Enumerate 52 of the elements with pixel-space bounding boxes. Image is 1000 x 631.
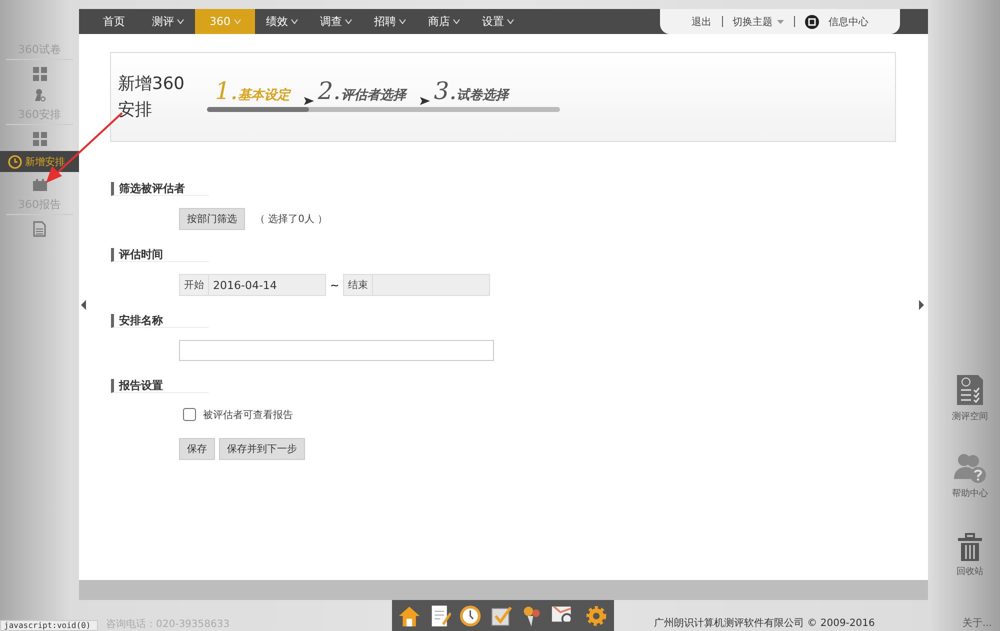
checklist-icon — [956, 374, 984, 406]
message-center-link[interactable]: 信息中心 — [828, 14, 868, 28]
nav-tab[interactable]: 商店 — [417, 9, 471, 34]
report-checkbox[interactable] — [183, 408, 196, 421]
wizard-step[interactable]: 3.试卷选择 — [434, 76, 509, 104]
people-help-icon — [954, 453, 986, 484]
expand-right-icon[interactable] — [919, 300, 924, 310]
wizard-step[interactable]: 2.评估者选择 — [318, 76, 406, 104]
page-title: 新增360安排 — [118, 73, 186, 122]
caret-icon[interactable] — [776, 20, 784, 24]
message-icon[interactable] — [804, 14, 818, 28]
save-button[interactable]: 保存 — [179, 438, 215, 460]
home-icon[interactable] — [398, 604, 421, 628]
nav-tab[interactable]: 招聘 — [363, 9, 417, 34]
range-separator: ~ — [330, 278, 340, 292]
copyright-text: 广州朗识计算机测评软件有限公司 © 2009-2016 — [654, 616, 875, 631]
name-input-field[interactable] — [179, 340, 494, 361]
dock-item[interactable]: 回收站 — [956, 532, 984, 600]
settings-icon[interactable] — [585, 604, 608, 628]
nav-tab[interactable]: 绩效 — [255, 9, 309, 34]
calendar-icon — [32, 178, 46, 190]
clock-icon — [8, 154, 22, 168]
section-heading: 报告设置 — [111, 379, 209, 393]
clock-icon[interactable] — [459, 604, 482, 628]
about-link[interactable]: 关于... — [962, 616, 992, 631]
nav-tab[interactable]: 测评 — [141, 9, 195, 34]
selection-count: （ 选择了0人 ） — [255, 212, 328, 226]
nav-tab[interactable]: 调查 — [309, 9, 363, 34]
collapse-left-icon[interactable] — [81, 300, 86, 310]
end-date-field[interactable]: 结束 — [343, 274, 490, 296]
section-heading: 筛选被评估者 — [111, 182, 209, 196]
trash-icon — [958, 532, 982, 561]
document-icon — [33, 220, 46, 236]
grid-icon — [32, 66, 46, 80]
department-filter-button[interactable]: 按部门筛选 — [179, 208, 245, 230]
theme-dropdown[interactable]: 切换主题 — [732, 14, 772, 28]
logout-link[interactable]: 退出 — [692, 14, 712, 28]
nav-tab[interactable]: 首页 — [87, 9, 141, 34]
browser-status-text: javascript:void(0) — [0, 620, 98, 631]
start-date-field[interactable]: 开始 2016-04-14 — [179, 274, 326, 296]
step-arrow-icon — [420, 96, 430, 104]
section-heading: 安排名称 — [111, 314, 209, 328]
checkbox-label: 被评估者可查看报告 — [203, 408, 293, 422]
dock-item[interactable]: 测评空间 — [952, 374, 988, 442]
step-arrow-icon — [304, 96, 314, 104]
nav-tab[interactable]: 设置 — [471, 9, 525, 34]
grid-icon — [32, 132, 46, 146]
section-heading: 评估时间 — [111, 248, 209, 262]
save-button[interactable]: 保存并到下一步 — [219, 438, 305, 460]
person-icon — [34, 88, 46, 102]
dock-item[interactable]: 帮助中心 — [952, 453, 988, 521]
sidebar-item[interactable]: 新增安排 — [0, 151, 79, 172]
